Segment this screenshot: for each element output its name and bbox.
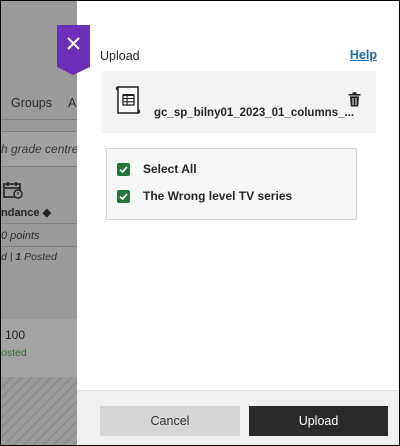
posted-prefix: d | bbox=[1, 251, 16, 263]
posted-suffix: Posted bbox=[21, 251, 57, 263]
upload-button[interactable]: Upload bbox=[249, 406, 388, 436]
select-all-option[interactable]: Select All bbox=[117, 161, 197, 177]
column-checkbox[interactable] bbox=[117, 189, 130, 203]
tab-groups[interactable]: Groups bbox=[11, 96, 52, 110]
hatched-area bbox=[1, 377, 77, 445]
file-name: gc_sp_bilny01_2023_01_columns_... bbox=[154, 107, 355, 119]
upload-panel: Upload Help gc_sp_bilny01_2023_01_column… bbox=[77, 1, 399, 445]
close-icon bbox=[67, 37, 80, 50]
tab-divider bbox=[1, 119, 77, 120]
column-selection-list: Select All The Wrong level TV series bbox=[106, 148, 357, 220]
divider bbox=[1, 223, 77, 224]
cancel-button[interactable]: Cancel bbox=[100, 406, 240, 436]
help-link[interactable]: Help bbox=[350, 48, 377, 62]
panel-title: Upload bbox=[100, 49, 140, 63]
points-label: 0 points bbox=[1, 230, 40, 242]
tab-truncated[interactable]: A bbox=[68, 96, 76, 110]
column-option[interactable]: The Wrong level TV series bbox=[117, 188, 292, 204]
spreadsheet-file-icon bbox=[115, 86, 141, 114]
trash-icon[interactable] bbox=[348, 92, 361, 107]
column-header-attendance[interactable]: ndance ◆ bbox=[1, 206, 51, 219]
uploaded-file-card: gc_sp_bilny01_2023_01_columns_... bbox=[101, 71, 376, 133]
grade-value: 100 bbox=[5, 328, 26, 342]
sort-icon[interactable]: ◆ bbox=[43, 207, 51, 219]
panel-footer: Cancel Upload bbox=[77, 390, 399, 445]
option-label: Select All bbox=[143, 162, 197, 176]
grade-status: osted bbox=[1, 347, 27, 359]
close-panel-button[interactable] bbox=[57, 25, 90, 75]
posted-summary: d | 1 Posted bbox=[1, 251, 57, 263]
select-all-checkbox[interactable] bbox=[117, 162, 130, 176]
column-header-label: ndance bbox=[1, 207, 40, 219]
checkmark-icon bbox=[119, 165, 128, 173]
calendar-icon bbox=[3, 182, 23, 199]
checkmark-icon bbox=[119, 192, 128, 200]
window-frame: Groups A h grade centre ndance ◆ 0 point… bbox=[0, 0, 400, 446]
option-label: The Wrong level TV series bbox=[143, 189, 293, 203]
divider bbox=[1, 246, 77, 247]
search-placeholder: h grade centre bbox=[1, 142, 77, 156]
